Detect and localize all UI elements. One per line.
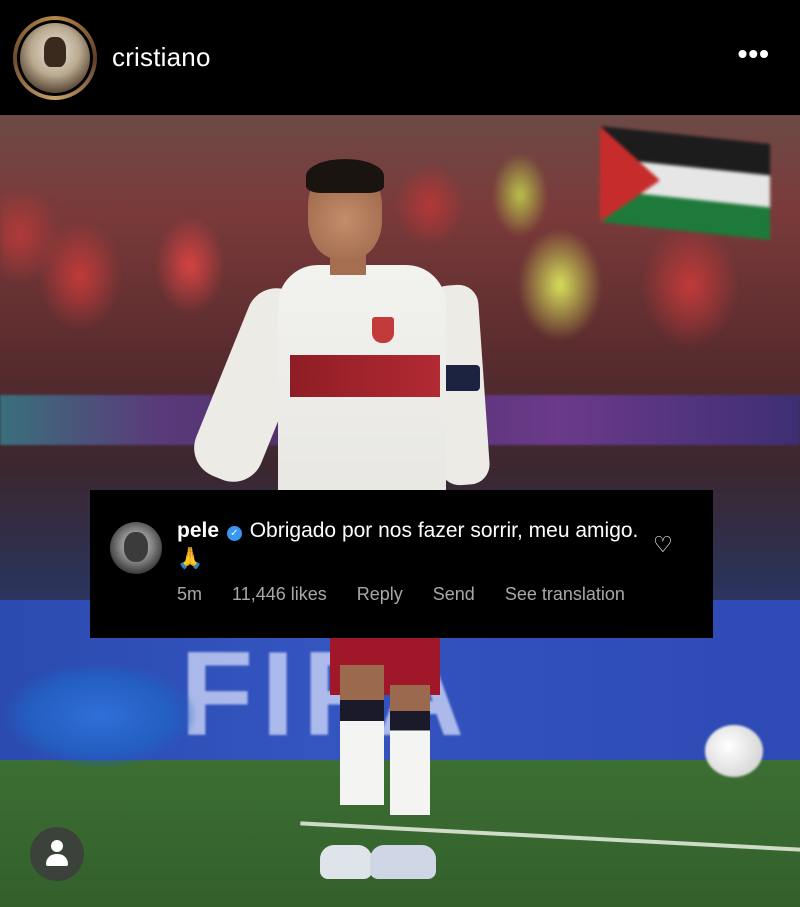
comment-text-block: pele ✓ Obrigado por nos fazer sorrir, me… <box>177 517 647 573</box>
comment-time: 5m <box>177 584 203 604</box>
comment-avatar[interactable] <box>110 522 162 574</box>
tag-head <box>51 840 63 852</box>
shirt-stripe <box>290 355 440 397</box>
pray-emoji: 🙏 <box>177 547 204 570</box>
comment-body: Obrigado por nos fazer sorrir, meu amigo… <box>249 519 639 542</box>
comment-username[interactable]: pele <box>177 519 219 542</box>
post-username[interactable]: cristiano <box>112 42 211 73</box>
goalkeeper <box>0 625 240 785</box>
player-hair <box>306 159 384 193</box>
player-left-leg <box>340 665 384 805</box>
like-heart-icon[interactable]: ♡ <box>653 534 675 556</box>
reply-button[interactable]: Reply <box>357 584 403 605</box>
player-right-leg <box>390 685 430 815</box>
see-translation-button[interactable]: See translation <box>505 584 625 605</box>
player-right-boot <box>370 845 436 879</box>
football <box>705 725 763 777</box>
comment-likes[interactable]: 11,446 likes <box>232 584 327 605</box>
send-button[interactable]: Send <box>433 584 475 605</box>
comment-card: pele ✓ Obrigado por nos fazer sorrir, me… <box>90 490 713 638</box>
shirt-crest <box>372 317 394 343</box>
profile-avatar[interactable] <box>13 16 97 100</box>
avatar-inner <box>17 20 93 96</box>
player-left-boot <box>320 845 372 879</box>
more-options-icon[interactable]: ••• <box>738 40 770 68</box>
verified-badge-icon: ✓ <box>226 526 242 541</box>
flag <box>600 126 770 240</box>
post-header: cristiano ••• <box>0 0 800 115</box>
comment-meta: 5m 11,446 likes Reply Send See translati… <box>177 584 625 605</box>
tagged-people-icon[interactable] <box>30 827 84 881</box>
avatar-image <box>20 23 90 93</box>
tag-body <box>46 854 68 866</box>
